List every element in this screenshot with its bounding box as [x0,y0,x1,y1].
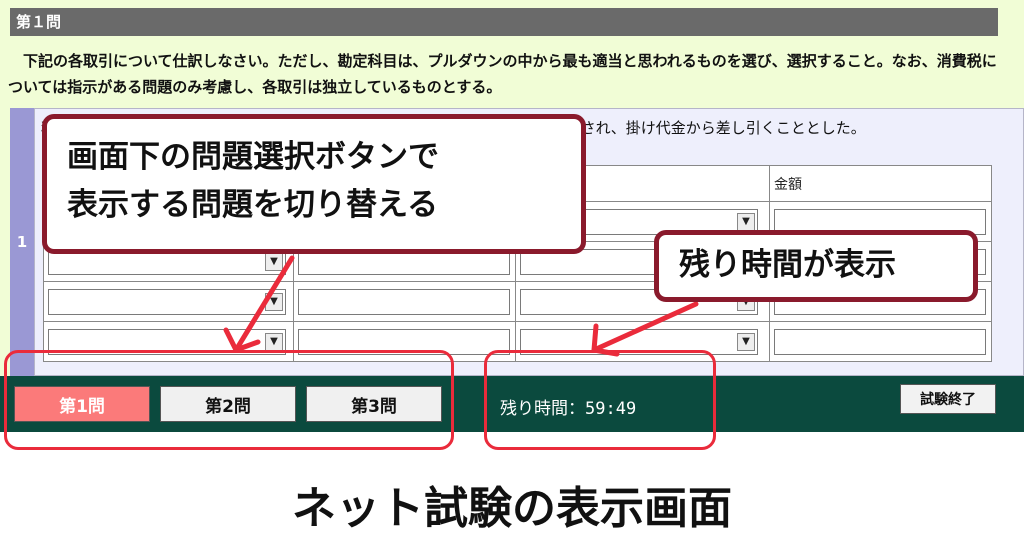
page: 第１問 下記の各取引について仕訳しなさい。ただし、勘定科目は、プルダウンの中から… [0,0,1024,540]
caption: ネット試験の表示画面 [292,483,732,534]
callout-timer: 残り時間が表示 [654,230,978,302]
arrow-to-buttons [233,255,295,353]
callout-question-switch: 画面下の問題選択ボタンで 表示する問題を切り替える [42,114,586,254]
arrow-to-timer [591,301,699,353]
